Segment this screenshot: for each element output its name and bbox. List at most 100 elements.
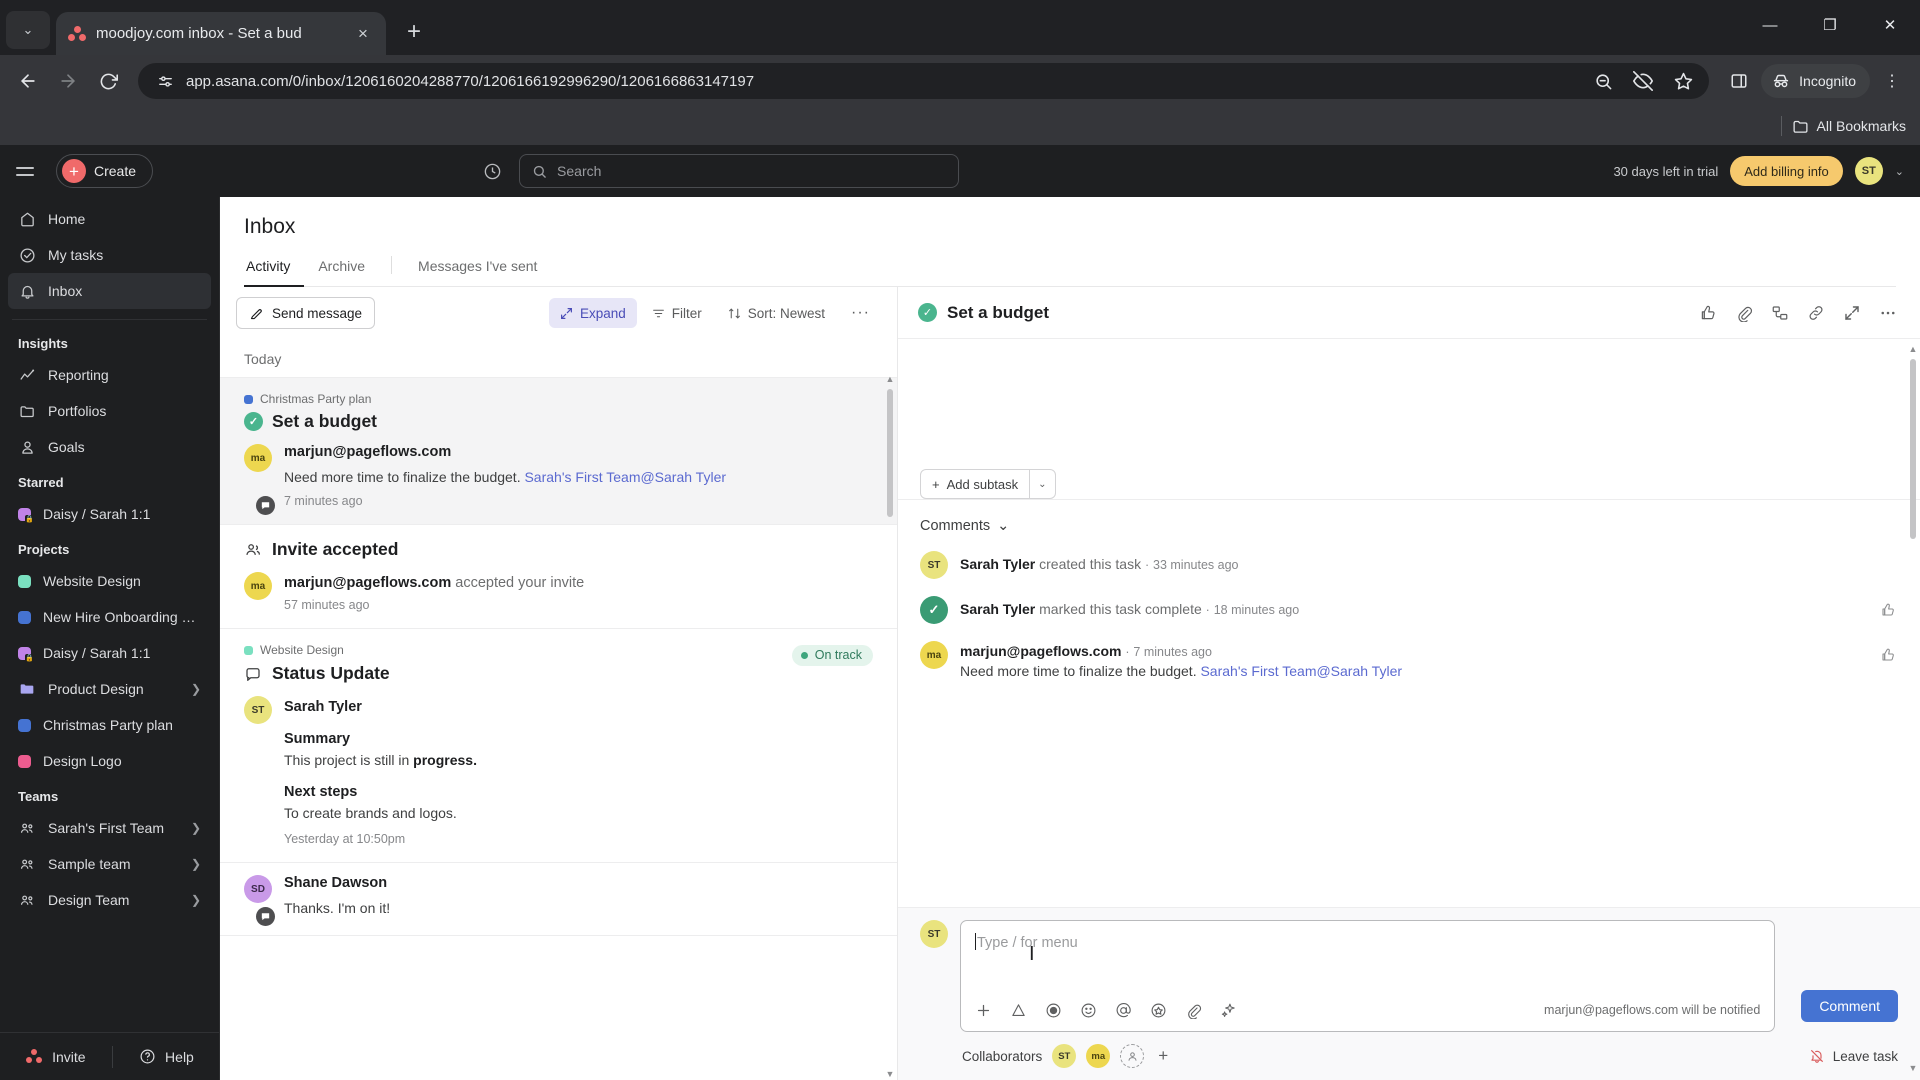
- tab-archive[interactable]: Archive: [304, 250, 379, 287]
- scroll-up-arrow[interactable]: ▲: [885, 373, 895, 385]
- comment-submit-button[interactable]: Comment: [1801, 990, 1898, 1022]
- back-icon[interactable]: [10, 63, 46, 99]
- chevron-right-icon[interactable]: ❯: [191, 821, 201, 835]
- scrollbar-thumb[interactable]: [1910, 359, 1916, 539]
- expand-button[interactable]: Expand: [548, 298, 637, 328]
- sidebar-item-daisy-sarah[interactable]: 🔒 Daisy / Sarah 1:1: [8, 635, 211, 671]
- side-panel-icon[interactable]: [1721, 63, 1757, 99]
- sidebar-item-christmas-party-plan[interactable]: Christmas Party plan: [8, 707, 211, 743]
- collaborators-row: Collaborators ST ma + Leave task: [920, 1032, 1898, 1080]
- mention-icon[interactable]: [1115, 1002, 1132, 1019]
- thumbs-up-icon[interactable]: [1880, 647, 1896, 668]
- chevron-down-icon[interactable]: ⌄: [1895, 165, 1904, 178]
- record-icon[interactable]: [1045, 1002, 1062, 1019]
- browser-tab[interactable]: moodjoy.com inbox - Set a bud ×: [56, 12, 386, 55]
- inbox-item-invite-accepted[interactable]: Invite accepted ma marjun@pageflows.com: [220, 525, 897, 630]
- all-bookmarks-button[interactable]: All Bookmarks: [1792, 118, 1906, 135]
- list-scrollbar[interactable]: ▲ ▼: [885, 373, 895, 1080]
- sidebar-item-sample-team[interactable]: Sample team ❯: [8, 846, 211, 882]
- filter-button[interactable]: Filter: [641, 298, 713, 328]
- comment-input[interactable]: Type / for menu I: [961, 921, 1774, 989]
- browser-menu-icon[interactable]: ⋮: [1874, 63, 1910, 99]
- maximize-icon[interactable]: ❐: [1800, 0, 1860, 50]
- detail-scrollbar[interactable]: ▲ ▼: [1908, 343, 1918, 1074]
- scroll-down-arrow[interactable]: ▼: [885, 1068, 895, 1080]
- minimize-icon[interactable]: —: [1740, 0, 1800, 50]
- sidebar-item-website-design[interactable]: Website Design: [8, 563, 211, 599]
- page-settings-icon[interactable]: [154, 70, 176, 92]
- scroll-up-arrow[interactable]: ▲: [1908, 343, 1918, 355]
- add-subtask-label-wrap[interactable]: + Add subtask: [921, 470, 1029, 498]
- sidebar-item-portfolios[interactable]: Portfolios: [8, 393, 211, 429]
- thumbs-up-icon[interactable]: [1880, 602, 1896, 623]
- reload-icon[interactable]: [90, 63, 126, 99]
- chevron-right-icon[interactable]: ❯: [191, 857, 201, 871]
- avatar[interactable]: ST: [1854, 157, 1883, 185]
- avatar[interactable]: ST: [1052, 1044, 1077, 1068]
- forward-icon[interactable]: [50, 63, 86, 99]
- bookmark-star-icon[interactable]: [1665, 63, 1701, 99]
- attachment-icon[interactable]: [1185, 1002, 1202, 1019]
- sidebar-item-daisy-sarah-starred[interactable]: 🔒 Daisy / Sarah 1:1: [8, 496, 211, 532]
- tab-messages-ive-sent[interactable]: Messages I've sent: [404, 250, 551, 287]
- eye-off-icon[interactable]: [1625, 63, 1661, 99]
- tab-search-button[interactable]: ⌄: [6, 11, 50, 49]
- create-button[interactable]: + Create: [56, 154, 154, 188]
- mention-link[interactable]: Sarah's First Team@Sarah Tyler: [524, 469, 726, 485]
- more-horizontal-icon[interactable]: [1878, 303, 1898, 323]
- inbox-item-status-update[interactable]: On track Website Design Status Update ST…: [220, 629, 897, 864]
- recents-clock-icon[interactable]: [477, 156, 507, 186]
- send-message-button[interactable]: Send message: [236, 297, 376, 329]
- close-icon[interactable]: ×: [352, 23, 374, 45]
- zoom-out-icon[interactable]: [1585, 63, 1621, 99]
- more-options-button[interactable]: ···: [840, 298, 881, 328]
- search-input[interactable]: Search: [519, 154, 960, 188]
- ai-sparkle-icon[interactable]: [1220, 1002, 1237, 1019]
- inbox-item-set-a-budget[interactable]: Christmas Party plan ✓ Set a budget ma m…: [220, 378, 897, 526]
- invite-button[interactable]: Invite: [25, 1048, 86, 1065]
- emoji-icon[interactable]: [1080, 1002, 1097, 1019]
- format-text-icon[interactable]: [1010, 1002, 1027, 1019]
- tab-activity[interactable]: Activity: [244, 250, 305, 287]
- check-circle-icon[interactable]: ✓: [918, 303, 937, 322]
- comments-header[interactable]: Comments ⌄: [920, 518, 1898, 534]
- add-billing-info-button[interactable]: Add billing info: [1730, 156, 1843, 186]
- comment-input-box[interactable]: Type / for menu I marjun@pageflows.com w…: [960, 920, 1776, 1032]
- sticker-icon[interactable]: [1150, 1002, 1167, 1019]
- sidebar-item-goals[interactable]: Goals: [8, 429, 211, 465]
- sidebar-item-product-design[interactable]: Product Design ❯: [8, 671, 211, 707]
- inbox-item-reply[interactable]: SD Shane Dawson Thanks. I'm on it!: [220, 863, 897, 936]
- add-subtask-button[interactable]: + Add subtask ⌄: [920, 469, 1056, 499]
- leave-task-button[interactable]: Leave task: [1809, 1048, 1898, 1064]
- help-button[interactable]: Help: [139, 1048, 194, 1065]
- close-window-icon[interactable]: ✕: [1860, 0, 1920, 50]
- sidebar-item-design-logo[interactable]: Design Logo: [8, 743, 211, 779]
- sidebar-item-new-hire-onboarding[interactable]: New Hire Onboarding Ch...: [8, 599, 211, 635]
- attachment-icon[interactable]: [1734, 303, 1754, 323]
- subtask-icon[interactable]: [1770, 303, 1790, 323]
- incognito-indicator[interactable]: Incognito: [1761, 64, 1870, 98]
- add-person-icon[interactable]: [1120, 1044, 1145, 1068]
- address-bar[interactable]: app.asana.com/0/inbox/1206160204288770/1…: [138, 63, 1710, 99]
- sidebar-item-my-tasks[interactable]: My tasks: [8, 237, 211, 273]
- plus-icon[interactable]: [975, 1002, 992, 1019]
- link-icon[interactable]: [1806, 303, 1826, 323]
- expand-icon[interactable]: [1842, 303, 1862, 323]
- mention-link[interactable]: Sarah's First Team@Sarah Tyler: [1200, 663, 1402, 679]
- thumbs-up-icon[interactable]: [1698, 303, 1718, 323]
- chevron-down-icon[interactable]: ⌄: [1030, 470, 1054, 498]
- sidebar-item-home[interactable]: Home: [8, 201, 211, 237]
- sidebar-item-sarahs-first-team[interactable]: Sarah's First Team ❯: [8, 810, 211, 846]
- chevron-right-icon[interactable]: ❯: [191, 682, 201, 696]
- sidebar-item-design-team[interactable]: Design Team ❯: [8, 882, 211, 918]
- avatar[interactable]: ma: [1086, 1044, 1111, 1068]
- add-collaborator-button[interactable]: +: [1154, 1046, 1172, 1066]
- chevron-right-icon[interactable]: ❯: [191, 893, 201, 907]
- scroll-down-arrow[interactable]: ▼: [1908, 1062, 1918, 1074]
- hamburger-icon[interactable]: [16, 157, 44, 185]
- scrollbar-thumb[interactable]: [887, 389, 893, 517]
- sort-button[interactable]: Sort: Newest: [717, 298, 836, 328]
- sidebar-item-reporting[interactable]: Reporting: [8, 357, 211, 393]
- sidebar-item-inbox[interactable]: Inbox: [8, 273, 211, 309]
- new-tab-button[interactable]: +: [396, 14, 432, 50]
